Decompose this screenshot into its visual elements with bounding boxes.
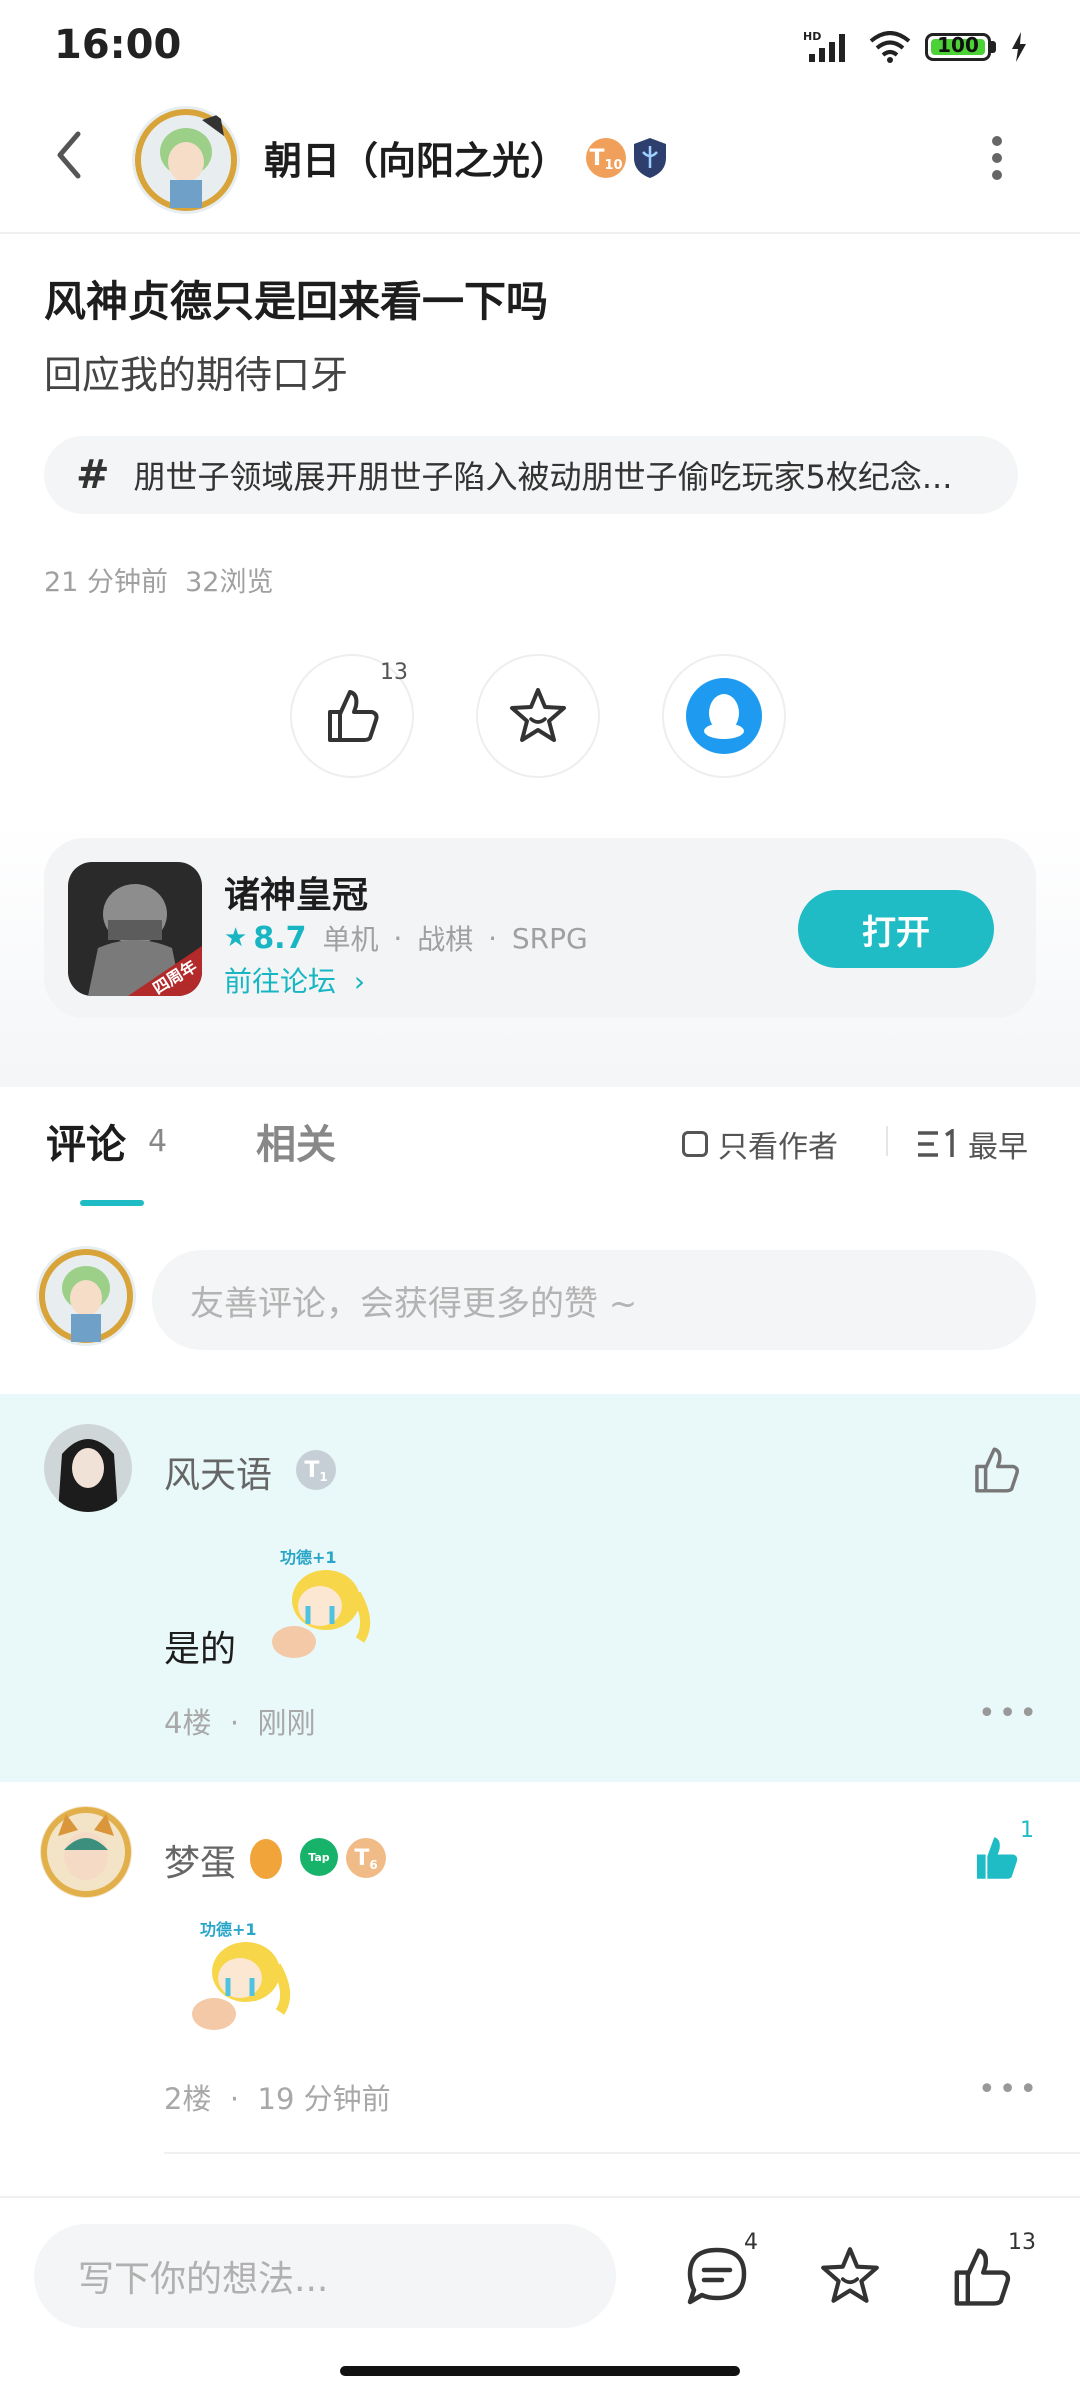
open-game-button[interactable]: 打开	[798, 890, 994, 968]
level-badge-letter: T	[304, 1457, 320, 1483]
game-icon[interactable]: 四周年	[68, 862, 202, 996]
thumbs-up-filled-icon[interactable]	[970, 1832, 1022, 1884]
comment-time: 19 分钟前	[257, 2082, 391, 2116]
comment-more-icon[interactable]: •••	[978, 1696, 1040, 1731]
comment-more-icon[interactable]: •••	[978, 2072, 1040, 2107]
more-icon[interactable]	[990, 134, 1004, 182]
active-tab-indicator	[80, 1200, 144, 1206]
comment-divider	[164, 2152, 1080, 2154]
commenter-name[interactable]: 风天语	[164, 1446, 272, 1498]
like-count: 13	[380, 660, 408, 685]
level-badge-number: 1	[319, 1470, 328, 1484]
author-avatar[interactable]	[132, 106, 240, 214]
author-only-checkbox[interactable]	[682, 1131, 708, 1157]
status-time: 16:00	[54, 22, 182, 68]
meta-separator: ·	[220, 2082, 249, 2116]
sticker-image: 功德+1	[256, 1544, 376, 1664]
hashtag-icon: #	[76, 452, 110, 498]
forum-link-label: 前往论坛	[224, 965, 337, 998]
level-badge: T1	[296, 1450, 336, 1490]
level-badge-letter: T	[589, 145, 605, 171]
network-label: HD	[803, 30, 821, 43]
qq-icon	[686, 678, 762, 754]
battery-level: 100	[937, 33, 979, 57]
sort-icon	[918, 1129, 954, 1157]
share-qq-button[interactable]	[662, 654, 786, 778]
post-time: 21 分钟前	[44, 567, 168, 598]
post-title: 风神贞德只是回来看一下吗	[44, 277, 549, 326]
tab-comments-count: 4	[148, 1124, 168, 1159]
topic-text: 朋世子领域展开朋世子陷入被动朋世子偷吃玩家5枚纪念...	[133, 458, 953, 496]
post-views: 32浏览	[185, 567, 274, 598]
comment-like-count: 1	[1020, 1818, 1034, 1843]
topic-chip[interactable]: # 朋世子领域展开朋世子陷入被动朋世子偷吃玩家5枚纪念...	[44, 436, 1018, 514]
game-tag: SRPG	[511, 921, 588, 955]
status-icons: HD 100	[803, 30, 1028, 64]
level-badge-number: 6	[369, 1858, 378, 1872]
sort-label: 最早	[968, 1130, 1028, 1165]
sort-toggle[interactable]: 最早	[916, 1122, 1028, 1166]
forum-link[interactable]: 前往论坛 ›	[224, 960, 365, 1000]
tab-related[interactable]: 相关	[256, 1112, 336, 1170]
comment-count: 4	[744, 2230, 758, 2255]
bottom-like-count: 13	[1008, 2230, 1036, 2255]
author-name[interactable]: 朝日（向阳之光）	[264, 130, 568, 185]
commenter-avatar[interactable]	[40, 1806, 132, 1898]
level-badge-letter: T	[354, 1845, 370, 1871]
wifi-icon	[869, 31, 911, 63]
thumbs-up-icon[interactable]	[948, 2244, 1014, 2310]
author-only-label: 只看作者	[718, 1130, 838, 1165]
bottom-comment-input[interactable]: 写下你的想法...	[34, 2224, 616, 2328]
highlighted-comment-background	[0, 1394, 1080, 1782]
sticker-image: 功德+1	[176, 1916, 296, 2036]
my-avatar	[36, 1246, 136, 1346]
post-subtitle: 回应我的期待口牙	[44, 353, 349, 397]
commenter-avatar[interactable]	[44, 1424, 132, 1512]
section-divider	[0, 1075, 1080, 1087]
game-rating: 8.7	[253, 920, 307, 956]
post-meta: 21 分钟前 32浏览	[44, 560, 273, 599]
tab-comments[interactable]: 评论	[46, 1112, 126, 1170]
comment-meta: 4楼 · 刚刚	[164, 1700, 316, 1742]
chevron-right-icon: ›	[344, 965, 366, 998]
level-badge: T 10	[586, 138, 626, 178]
battery-icon: 100	[925, 33, 996, 61]
level-badge: T6	[346, 1838, 386, 1878]
comment-floor: 4楼	[164, 1706, 212, 1740]
commenter-name[interactable]: 梦蛋	[164, 1834, 236, 1886]
game-name[interactable]: 诸神皇冠	[224, 866, 368, 918]
tag-separator: ·	[479, 921, 506, 955]
tag-separator: ·	[384, 921, 412, 955]
back-icon[interactable]	[54, 130, 82, 180]
comment-input[interactable]: 友善评论，会获得更多的赞 ~	[152, 1250, 1036, 1350]
signal-icon: HD	[803, 30, 845, 62]
game-tag: 战棋	[417, 923, 474, 956]
filter-divider	[886, 1126, 888, 1156]
rating-star-icon: ★	[224, 923, 248, 953]
egg-icon	[250, 1839, 282, 1879]
author-only-filter[interactable]: 只看作者	[682, 1122, 838, 1166]
game-meta: ★ 8.7 单机 · 战棋 · SRPG	[224, 918, 588, 958]
header-divider	[0, 232, 1080, 234]
comment-icon[interactable]	[684, 2244, 750, 2310]
comment-text: 是的	[164, 1629, 237, 1670]
charging-icon	[1012, 32, 1026, 62]
star-icon[interactable]	[818, 2244, 882, 2308]
comment-meta: 2楼 · 19 分钟前	[164, 2076, 391, 2118]
home-indicator[interactable]	[340, 2366, 740, 2376]
game-tag: 单机	[322, 923, 379, 956]
shield-badge-icon	[634, 138, 666, 178]
comment-time: 刚刚	[257, 1706, 316, 1740]
meta-separator: ·	[220, 1706, 249, 1740]
tap-badge: Tap	[300, 1838, 338, 1876]
star-icon	[510, 688, 566, 742]
level-badge-number: 10	[604, 157, 623, 173]
comment-floor: 2楼	[164, 2082, 212, 2116]
favorite-button[interactable]	[476, 654, 600, 778]
thumbs-up-icon[interactable]	[970, 1444, 1022, 1496]
thumbs-up-icon	[328, 690, 379, 742]
